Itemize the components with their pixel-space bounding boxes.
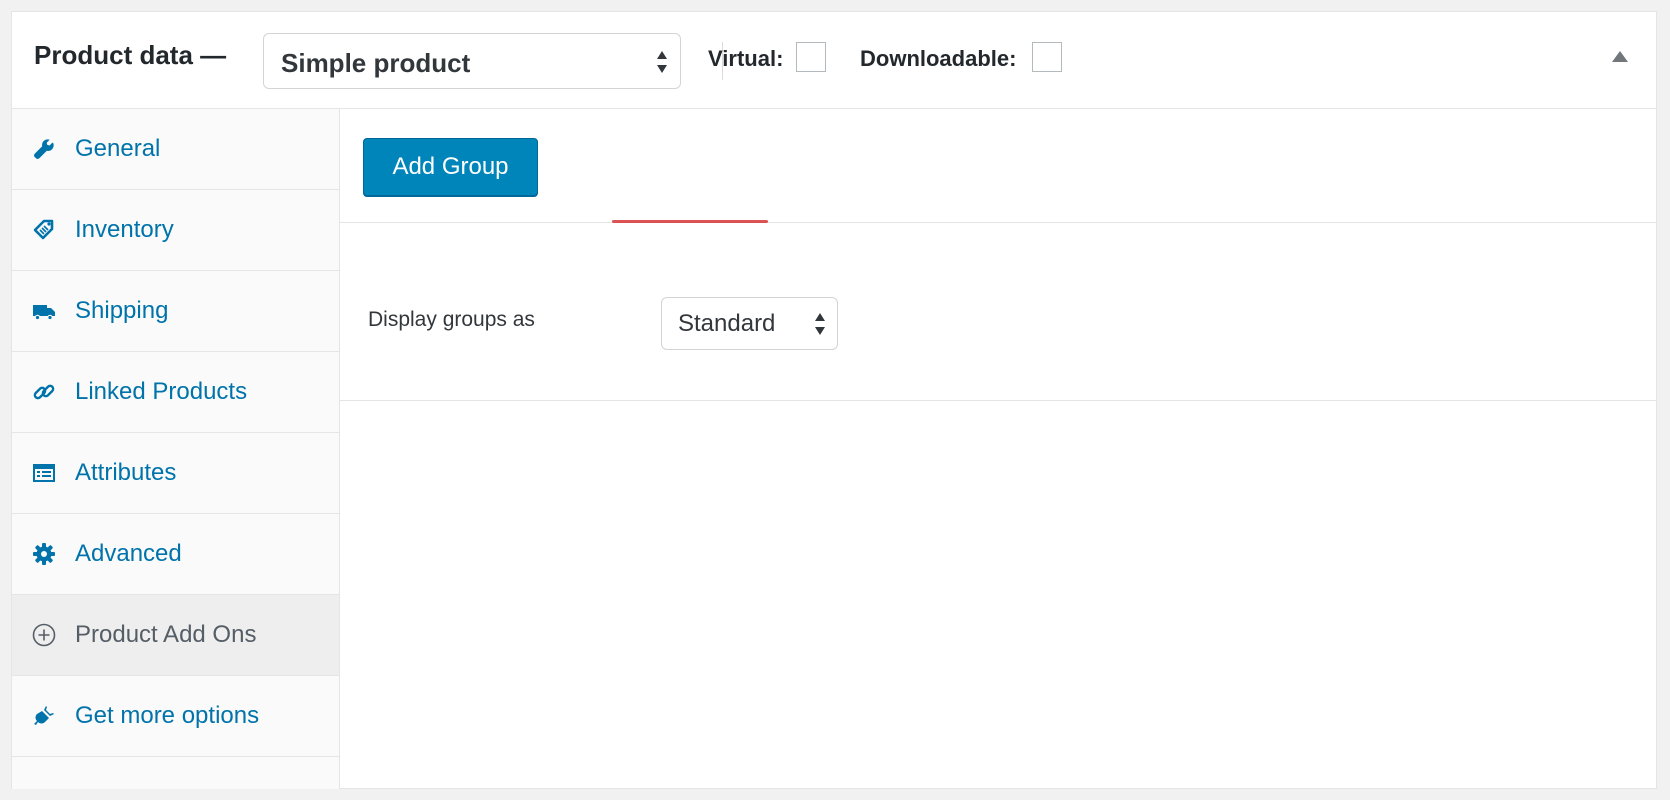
- plugin-icon: [34, 706, 54, 725]
- product-data-tabs: General Inventory Shipping Linked Produc…: [12, 109, 340, 789]
- tab-advanced[interactable]: Advanced: [12, 514, 339, 595]
- panel-title: Product data —: [34, 40, 227, 70]
- tab-inventory[interactable]: Inventory: [12, 190, 339, 271]
- downloadable-checkbox[interactable]: [1032, 42, 1062, 72]
- decorative-line: [612, 220, 768, 223]
- tab-label-general: General: [75, 135, 161, 162]
- link-icon: [33, 384, 55, 400]
- panel-header: Product data — Simple product Virtual: D…: [12, 12, 1656, 109]
- tab-general[interactable]: General: [12, 109, 339, 190]
- display-groups-value: Standard: [678, 310, 776, 337]
- tab-label-get-more-options: Get more options: [75, 702, 260, 729]
- virtual-checkbox[interactable]: [796, 42, 826, 72]
- tag-icon: [33, 219, 54, 240]
- truck-icon: [33, 305, 55, 321]
- tab-product-add-ons[interactable]: Product Add Ons: [12, 595, 339, 676]
- virtual-label: Virtual:: [708, 46, 784, 71]
- add-group-button[interactable]: Add Group: [363, 138, 538, 196]
- display-groups-select[interactable]: Standard: [661, 297, 838, 350]
- gear-icon: [33, 543, 55, 565]
- tab-label-shipping: Shipping: [75, 297, 169, 324]
- select-arrows-icon: [657, 51, 667, 73]
- select-arrows-icon: [815, 313, 825, 335]
- tab-label-product-add-ons: Product Add Ons: [75, 621, 257, 648]
- collapse-toggle-icon[interactable]: [1612, 51, 1628, 62]
- product-type-select[interactable]: Simple product: [263, 33, 681, 89]
- tab-label-inventory: Inventory: [75, 216, 174, 243]
- tab-attributes[interactable]: Attributes: [12, 433, 339, 514]
- display-groups-label: Display groups as: [368, 308, 535, 331]
- product-type-value: Simple product: [281, 48, 471, 78]
- section-divider-bottom: [340, 400, 1657, 401]
- tab-label-linked-products: Linked Products: [75, 378, 248, 405]
- product-data-panel: Product data — Simple product Virtual: D…: [11, 11, 1657, 789]
- tab-shipping[interactable]: Shipping: [12, 271, 339, 352]
- tab-linked-products[interactable]: Linked Products: [12, 352, 339, 433]
- downloadable-label: Downloadable:: [860, 46, 1017, 71]
- wrench-icon: [34, 139, 54, 159]
- list-view-icon: [33, 464, 55, 482]
- tab-get-more-options[interactable]: Get more options: [12, 676, 339, 757]
- tab-label-advanced: Advanced: [75, 540, 182, 567]
- tab-label-attributes: Attributes: [75, 459, 177, 486]
- plus-circle-icon: [32, 623, 56, 647]
- section-divider-top: [340, 222, 1657, 223]
